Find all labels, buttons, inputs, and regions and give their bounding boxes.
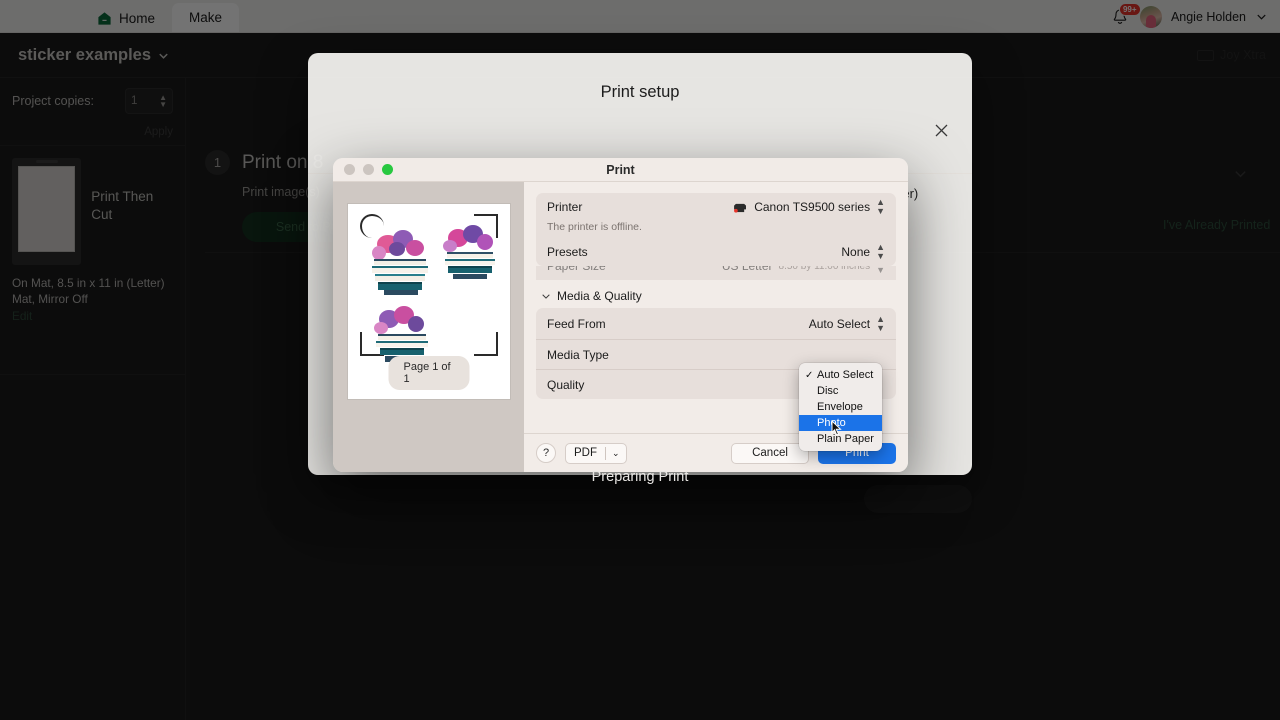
paper-size-clip: Paper Size US Letter 8.50 by 11.00 inche… [536, 266, 896, 280]
screen: Home Make 99+ Angie Holden [0, 0, 1280, 720]
pdf-button-label: PDF [574, 447, 597, 459]
presets-label: Presets [547, 245, 588, 259]
feed-from-value[interactable]: Auto Select ▲ ▼ [808, 314, 885, 333]
feed-from-value-label: Auto Select [808, 316, 871, 331]
media-type-label: Media Type [547, 347, 609, 362]
paper-size-note: 8.50 by 11.00 inches [778, 266, 871, 272]
printer-icon [733, 202, 748, 213]
menu-item-label: Auto Select [817, 369, 874, 381]
chevron-updown-icon[interactable]: ▲▼ [876, 314, 885, 333]
cancel-button[interactable]: Cancel [731, 442, 809, 464]
check-icon: ✓ [805, 369, 814, 381]
media-type-dropdown-menu[interactable]: ✓ Auto Select Disc Envelope Photo Plain … [799, 363, 882, 451]
menu-item-auto-select[interactable]: ✓ Auto Select [799, 367, 882, 383]
menu-item-label: Plain Paper [817, 433, 874, 445]
printer-value[interactable]: Canon TS9500 series ▲ ▼ [733, 198, 885, 216]
presets-value[interactable]: None ▲ ▼ [841, 243, 885, 261]
paper-size-value[interactable]: US Letter 8.50 by 11.00 inches ▲▼ [722, 266, 885, 275]
menu-item-disc[interactable]: Disc [799, 383, 882, 399]
pdf-button[interactable]: PDF ⌄ [565, 442, 627, 464]
printer-row[interactable]: Printer Canon TS9500 series ▲ ▼ [536, 193, 896, 221]
printer-presets-card: Printer Canon TS9500 series ▲ ▼ The print… [536, 193, 896, 266]
printer-label: Printer [547, 200, 583, 214]
paper-size-value-label: US Letter [721, 266, 773, 273]
mouse-cursor-icon [831, 420, 842, 436]
page-indicator: Page 1 of 1 [388, 356, 470, 390]
registration-mark-icon [474, 332, 498, 356]
paper-size-label: Paper Size [547, 266, 606, 273]
print-dialog-titlebar: Print [333, 158, 908, 182]
print-setup-action-button[interactable] [864, 485, 972, 513]
floral-book-stack-sticker-2 [443, 225, 495, 279]
chevron-down-icon[interactable] [541, 291, 551, 301]
presets-row[interactable]: Presets None ▲ ▼ [536, 238, 896, 266]
menu-item-envelope[interactable]: Envelope [799, 399, 882, 415]
printer-name: Canon TS9500 series [754, 200, 871, 214]
presets-value-label: None [841, 245, 871, 259]
media-quality-section-header[interactable]: Media & Quality [541, 289, 908, 303]
chevron-updown-icon[interactable]: ▲▼ [876, 266, 885, 275]
help-button[interactable]: ? [536, 443, 556, 463]
chevron-updown-icon[interactable]: ▲▼ [876, 243, 885, 261]
close-icon[interactable] [933, 122, 950, 139]
floral-book-stack-sticker-1 [372, 230, 428, 295]
feed-from-row[interactable]: Feed From Auto Select ▲ ▼ [536, 308, 896, 339]
quality-label: Quality [547, 377, 585, 392]
chevron-updown-icon[interactable]: ▲▼ [876, 198, 885, 216]
feed-from-label: Feed From [547, 316, 606, 331]
paper-size-row[interactable]: Paper Size US Letter 8.50 by 11.00 inche… [536, 266, 896, 275]
media-quality-label: Media & Quality [557, 289, 642, 303]
print-dialog-title: Print [606, 162, 635, 177]
menu-item-label: Envelope [817, 401, 863, 413]
chevron-down-icon[interactable]: ⌄ [606, 448, 626, 459]
menu-item-label: Disc [817, 385, 839, 397]
printer-status-label: The printer is offline. [547, 221, 642, 233]
print-setup-title: Print setup [600, 83, 680, 101]
print-preview-panel: Page 1 of 1 [333, 182, 524, 472]
preview-sheet: Page 1 of 1 [348, 204, 510, 399]
status-text: Preparing Print [591, 469, 689, 485]
